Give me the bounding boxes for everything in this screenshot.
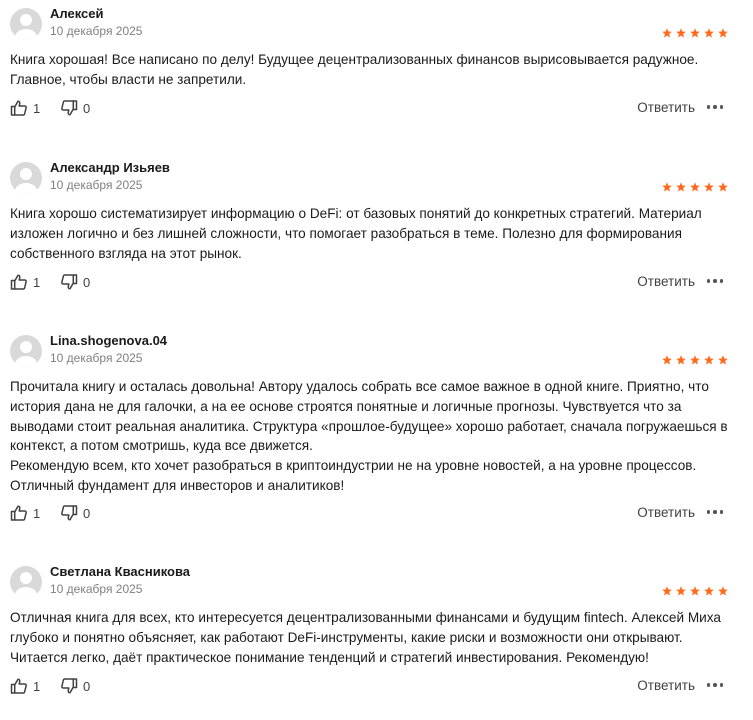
thumbs-down-icon (61, 274, 78, 290)
more-dots-icon[interactable] (706, 279, 723, 283)
reply-button[interactable]: Ответить (637, 274, 695, 289)
review-date: 10 декабря 2025 (50, 351, 143, 365)
dislike-count: 0 (83, 100, 91, 116)
star-icon (662, 355, 672, 365)
dislike-button[interactable]: 0 (60, 677, 90, 695)
star-icon (704, 182, 714, 192)
more-dots-icon[interactable] (706, 105, 723, 109)
review-paragraph: Прочитала книгу и осталась довольна! Авт… (10, 379, 728, 454)
reply-button[interactable]: Ответить (637, 678, 695, 693)
avatar-placeholder-icon (10, 335, 42, 367)
star-icon (704, 586, 714, 596)
star-icon (676, 586, 686, 596)
star-icon (718, 355, 728, 365)
star-icon (676, 182, 686, 192)
like-count: 1 (33, 678, 41, 694)
like-button[interactable]: 1 (10, 677, 40, 695)
rating-stars (662, 182, 728, 192)
thumbs-up-icon (10, 274, 27, 290)
thumbs-up-icon (10, 678, 27, 694)
thumbs-down-icon (61, 100, 78, 116)
review-actions: 1 0 Ответить (0, 273, 753, 293)
star-icon (690, 355, 700, 365)
dislike-count: 0 (83, 678, 91, 694)
dislike-button[interactable]: 0 (60, 99, 90, 117)
review-text: Книга хорошая! Все написано по делу! Буд… (10, 50, 730, 90)
dislike-button[interactable]: 0 (60, 504, 90, 522)
review-paragraph: Книга хорошо систематизирует информацию … (10, 206, 702, 261)
review-date: 10 декабря 2025 (50, 178, 143, 192)
review-text: Отличная книга для всех, кто интересуетс… (10, 608, 730, 667)
star-icon (662, 586, 672, 596)
star-icon (662, 28, 672, 38)
avatar[interactable] (10, 8, 42, 40)
review-author[interactable]: Александр Изьяев (50, 160, 170, 175)
star-icon (704, 355, 714, 365)
review-paragraph: Книга хорошая! Все написано по делу! Буд… (10, 52, 699, 87)
thumbs-up-icon (10, 100, 27, 116)
like-button[interactable]: 1 (10, 273, 40, 291)
avatar[interactable] (10, 335, 42, 367)
avatar[interactable] (10, 566, 42, 598)
review-author[interactable]: Lina.shogenova.04 (50, 333, 167, 348)
star-icon (676, 355, 686, 365)
avatar[interactable] (10, 162, 42, 194)
review-actions: 1 0 Ответить (0, 99, 753, 119)
avatar-placeholder-icon (10, 162, 42, 194)
review-actions: 1 0 Ответить (0, 504, 753, 524)
star-icon (690, 586, 700, 596)
more-dots-icon[interactable] (706, 683, 723, 687)
star-icon (718, 28, 728, 38)
star-icon (718, 586, 728, 596)
avatar-placeholder-icon (10, 8, 42, 40)
review-date: 10 декабря 2025 (50, 582, 143, 596)
star-icon (704, 28, 714, 38)
rating-stars (662, 355, 728, 365)
star-icon (662, 182, 672, 192)
rating-stars (662, 28, 728, 38)
reply-button[interactable]: Ответить (637, 505, 695, 520)
review-author[interactable]: Светлана Квасникова (50, 564, 190, 579)
like-button[interactable]: 1 (10, 99, 40, 117)
star-icon (690, 182, 700, 192)
dislike-count: 0 (83, 274, 91, 290)
like-count: 1 (33, 274, 41, 290)
star-icon (676, 28, 686, 38)
review-text: Книга хорошо систематизирует информацию … (10, 204, 730, 263)
rating-stars (662, 586, 728, 596)
review-date: 10 декабря 2025 (50, 24, 143, 38)
dislike-button[interactable]: 0 (60, 273, 90, 291)
review-paragraph: Отличный фундамент для инвесторов и анал… (10, 477, 345, 493)
review-text: Прочитала книгу и осталась довольна! Авт… (10, 377, 730, 496)
like-count: 1 (33, 505, 41, 521)
star-icon (718, 182, 728, 192)
avatar-placeholder-icon (10, 566, 42, 598)
like-button[interactable]: 1 (10, 504, 40, 522)
reply-button[interactable]: Ответить (637, 100, 695, 115)
star-icon (690, 28, 700, 38)
like-count: 1 (33, 100, 41, 116)
thumbs-up-icon (10, 505, 27, 521)
review-paragraph: Рекомендую всем, кто хочет разобраться в… (10, 458, 697, 474)
review-paragraph: Отличная книга для всех, кто интересуетс… (10, 610, 721, 665)
more-dots-icon[interactable] (706, 510, 723, 514)
dislike-count: 0 (83, 505, 91, 521)
review-author[interactable]: Алексей (50, 6, 104, 21)
thumbs-down-icon (61, 678, 78, 694)
review-actions: 1 0 Ответить (0, 677, 753, 697)
thumbs-down-icon (61, 505, 78, 521)
